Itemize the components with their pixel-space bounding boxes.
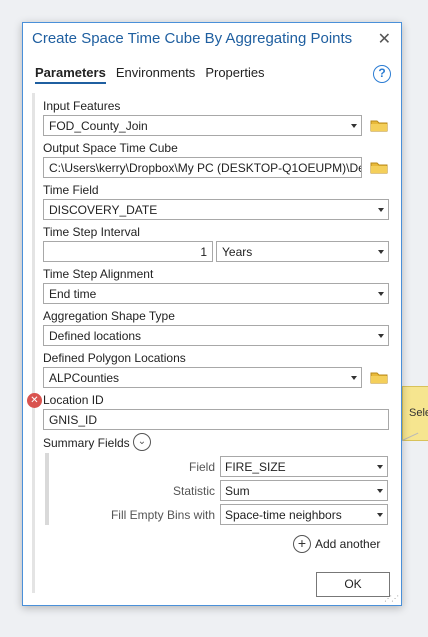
- polygon-locations-label: Defined Polygon Locations: [43, 351, 186, 365]
- time-step-value: 1: [200, 245, 207, 259]
- time-field-label: Time Field: [43, 183, 99, 197]
- add-another-label: Add another: [315, 537, 381, 551]
- time-step-label: Time Step Interval: [43, 225, 140, 239]
- statistic-select[interactable]: Sum: [220, 480, 388, 501]
- statistic-label: Statistic: [172, 484, 215, 498]
- fill-empty-value: Space-time neighbors: [225, 508, 342, 522]
- chevron-down-icon: [351, 124, 357, 128]
- location-id-label: Location ID: [43, 393, 104, 407]
- time-alignment-value: End time: [49, 287, 97, 301]
- tab-bar: Parameters Environments Properties: [35, 65, 275, 84]
- fill-empty-label: Fill Empty Bins with: [110, 508, 215, 522]
- time-field-value: DISCOVERY_DATE: [49, 203, 158, 217]
- output-cube-value: C:\Users\kerry\Dropbox\My PC (DESKTOP-Q1…: [49, 161, 362, 175]
- parameters-scrollbar[interactable]: [32, 93, 35, 593]
- fill-empty-select[interactable]: Space-time neighbors: [220, 504, 388, 525]
- time-alignment-select[interactable]: End time: [43, 283, 389, 304]
- folder-icon[interactable]: [370, 160, 388, 174]
- summary-fields-label: Summary Fields: [43, 436, 130, 450]
- output-cube-label: Output Space Time Cube: [43, 141, 178, 155]
- agg-shape-select[interactable]: Defined locations: [43, 325, 389, 346]
- add-another-button[interactable]: + Add another: [293, 535, 380, 553]
- location-id-value: GNIS_ID: [49, 413, 98, 427]
- ok-button[interactable]: OK: [316, 572, 390, 597]
- agg-shape-label: Aggregation Shape Type: [43, 309, 175, 323]
- input-features-select[interactable]: FOD_County_Join: [43, 115, 362, 136]
- collapse-chevron-icon[interactable]: ⌄: [133, 433, 151, 451]
- time-step-value-input[interactable]: 1: [43, 241, 213, 262]
- plus-icon: +: [293, 535, 311, 553]
- polygon-locations-value: ALPCounties: [49, 371, 120, 385]
- background-note-text: Sele: [409, 407, 428, 419]
- input-features-label: Input Features: [43, 99, 121, 113]
- output-cube-input[interactable]: C:\Users\kerry\Dropbox\My PC (DESKTOP-Q1…: [43, 157, 362, 178]
- agg-shape-value: Defined locations: [49, 329, 142, 343]
- geoprocessing-dialog: Create Space Time Cube By Aggregating Po…: [22, 22, 402, 606]
- chevron-down-icon: [378, 250, 384, 254]
- folder-icon[interactable]: [370, 118, 388, 132]
- chevron-down-icon: [351, 376, 357, 380]
- chevron-down-icon: [377, 489, 383, 493]
- chevron-down-icon: [377, 465, 383, 469]
- time-step-unit: Years: [222, 245, 253, 259]
- resize-grip-icon[interactable]: ⋰⋰: [384, 595, 399, 603]
- statistic-value: Sum: [225, 484, 250, 498]
- time-field-select[interactable]: DISCOVERY_DATE: [43, 199, 389, 220]
- chevron-down-icon: [378, 292, 384, 296]
- tab-environments[interactable]: Environments: [116, 65, 195, 84]
- folder-icon[interactable]: [370, 370, 388, 384]
- help-icon[interactable]: ?: [373, 65, 391, 83]
- chevron-down-icon: [378, 208, 384, 212]
- location-id-input[interactable]: GNIS_ID: [43, 409, 389, 430]
- tab-properties[interactable]: Properties: [205, 65, 264, 84]
- tab-parameters[interactable]: Parameters: [35, 65, 106, 84]
- error-icon[interactable]: ✕: [27, 393, 42, 408]
- field-label: Field: [188, 460, 215, 474]
- field-value: FIRE_SIZE: [225, 460, 286, 474]
- input-features-value: FOD_County_Join: [49, 119, 148, 133]
- dialog-title: Create Space Time Cube By Aggregating Po…: [32, 30, 353, 47]
- polygon-locations-select[interactable]: ALPCounties: [43, 367, 362, 388]
- time-alignment-label: Time Step Alignment: [43, 267, 154, 281]
- chevron-down-icon: [378, 334, 384, 338]
- time-step-unit-select[interactable]: Years: [216, 241, 389, 262]
- close-icon[interactable]: ✕: [378, 29, 391, 49]
- chevron-down-icon: [377, 513, 383, 517]
- field-select[interactable]: FIRE_SIZE: [220, 456, 388, 477]
